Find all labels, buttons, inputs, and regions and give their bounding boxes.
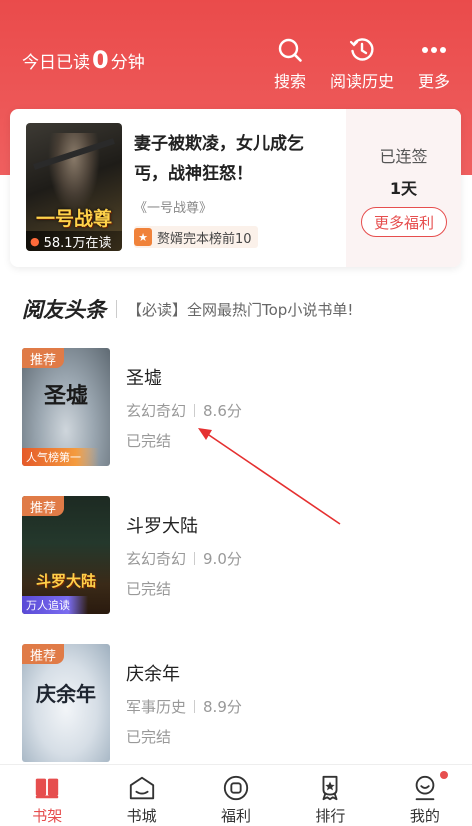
cover-text: 庆余年 (36, 682, 96, 706)
more-button[interactable]: 更多 (399, 36, 469, 92)
recommend-badge: 推荐 (22, 644, 64, 664)
more-welfare-button[interactable]: 更多福利 (361, 207, 447, 237)
cover-text: 斗罗大陆 (35, 572, 96, 590)
bookshelf-icon (36, 778, 59, 799)
tab-welfare-label: 福利 (221, 807, 252, 825)
tab-bookstore[interactable]: 书城 (94, 765, 188, 826)
sign-streak-days: 1天 (389, 179, 418, 198)
book-cover[interactable]: 推荐 圣墟 人气榜第一 (22, 348, 110, 466)
sign-streak-label: 已连签 (379, 147, 428, 166)
tab-welfare[interactable]: 福利 (189, 765, 283, 826)
book-meta: 玄幻奇幻 9.0分 (126, 548, 242, 569)
search-icon (278, 38, 302, 62)
meta-separator (194, 700, 196, 713)
medal-icon: ★ (134, 228, 152, 246)
section-divider (116, 300, 117, 318)
section-title: 阅友头条 (22, 297, 106, 322)
section-subtitle[interactable]: 【必读】全网最热门Top小说书单! (127, 299, 353, 320)
cover-ribbon: 万人追读 (22, 596, 88, 614)
book-genre: 军事历史 (126, 698, 187, 716)
reading-prefix: 今日已读 (22, 53, 90, 73)
recommend-badge: 推荐 (22, 496, 64, 516)
app-page: 今日已读 0 分钟 搜索 阅读历史 更多 一号战尊 ● 58.1万在读 妻子被欺… (0, 0, 472, 826)
tab-bookshelf-label: 书架 (32, 807, 63, 825)
bottom-tab-bar: 书架 书城 福利 排行 我的 (0, 764, 472, 826)
history-label: 阅读历史 (329, 72, 394, 91)
cover-text: 圣墟 (43, 383, 88, 409)
promo-readers-count: 58.1万在读 (43, 235, 112, 251)
tab-profile[interactable]: 我的 (378, 765, 472, 826)
book-item[interactable]: 推荐 庆余年 庆余年 军事历史 8.9分 已完结 (22, 644, 452, 762)
promo-readers: ● 58.1万在读 (26, 231, 122, 251)
bookstore-icon (129, 776, 154, 800)
sign-in-panel: 已连签 1天 更多福利 (346, 109, 461, 267)
ranking-icon (322, 775, 338, 801)
flame-icon: ● (30, 234, 40, 248)
tab-ranking-label: 排行 (315, 807, 346, 825)
book-meta: 军事历史 8.9分 (126, 696, 242, 717)
reading-minutes: 0 (92, 46, 109, 74)
book-title[interactable]: 斗罗大陆 (126, 512, 198, 538)
tab-ranking[interactable]: 排行 (283, 765, 377, 826)
profile-icon (415, 775, 435, 801)
book-status: 已完结 (126, 432, 172, 450)
book-title[interactable]: 庆余年 (126, 660, 180, 686)
notification-dot (440, 771, 449, 779)
history-icon (349, 38, 374, 61)
promo-rank-text: 赘婿完本榜前10 (157, 231, 252, 247)
search-label: 搜索 (273, 72, 306, 91)
meta-separator (194, 404, 196, 417)
book-status: 已完结 (126, 580, 172, 598)
book-score: 8.9分 (203, 698, 242, 716)
book-score: 9.0分 (203, 550, 242, 568)
welfare-icon (223, 775, 249, 801)
book-status: 已完结 (126, 728, 172, 746)
promo-book-ref: 《一号战尊》 (134, 201, 213, 216)
section-header: 阅友头条 【必读】全网最热门Top小说书单! (22, 294, 353, 324)
tab-bookshelf[interactable]: 书架 (0, 765, 94, 826)
search-button[interactable]: 搜索 (255, 36, 325, 92)
more-icon (422, 47, 446, 53)
more-label: 更多 (417, 72, 450, 91)
promo-card[interactable]: 一号战尊 ● 58.1万在读 妻子被欺凌，女儿成乞丐，战神狂怒！ 《一号战尊》 … (10, 109, 461, 267)
reading-suffix: 分钟 (110, 53, 145, 73)
promo-title[interactable]: 妻子被欺凌，女儿成乞丐，战神狂怒！ (134, 129, 334, 189)
book-meta: 玄幻奇幻 8.6分 (126, 400, 242, 421)
meta-separator (194, 552, 196, 565)
book-item[interactable]: 推荐 斗罗大陆 万人追读 斗罗大陆 玄幻奇幻 9.0分 已完结 (22, 496, 452, 614)
book-item[interactable]: 推荐 圣墟 人气榜第一 圣墟 玄幻奇幻 8.6分 已完结 (22, 348, 452, 466)
history-button[interactable]: 阅读历史 (327, 36, 397, 92)
book-cover[interactable]: 推荐 庆余年 (22, 644, 110, 762)
book-title[interactable]: 圣墟 (126, 364, 162, 390)
promo-book-cover[interactable]: 一号战尊 ● 58.1万在读 (26, 123, 122, 251)
promo-rank-tag: ★ 赘婿完本榜前10 (134, 226, 258, 248)
promo-cover-title: 一号战尊 (35, 208, 112, 230)
cover-ribbon: 人气榜第一 (22, 448, 99, 466)
tab-bookstore-label: 书城 (126, 807, 157, 825)
book-score: 8.6分 (203, 402, 242, 420)
book-genre: 玄幻奇幻 (126, 550, 187, 568)
book-genre: 玄幻奇幻 (126, 402, 187, 420)
book-cover[interactable]: 推荐 斗罗大陆 万人追读 (22, 496, 110, 614)
tab-profile-label: 我的 (409, 807, 440, 825)
reading-time: 今日已读 0 分钟 (22, 46, 145, 74)
recommend-badge: 推荐 (22, 348, 64, 368)
